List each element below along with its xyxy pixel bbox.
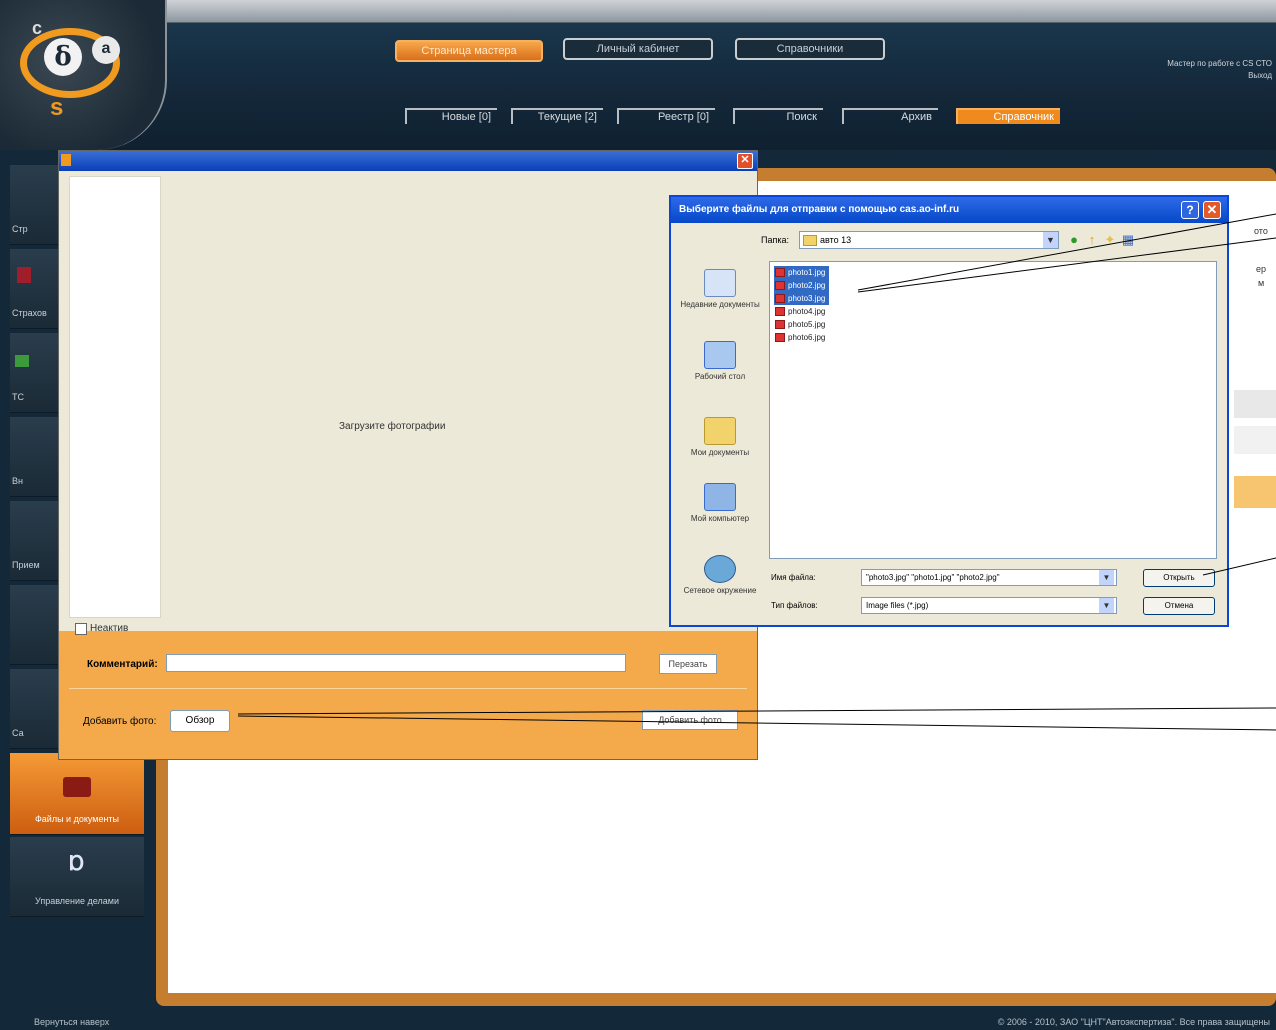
- callout-line: [857, 237, 1276, 293]
- callout-line: [237, 715, 1276, 731]
- callout-line: [857, 213, 1276, 291]
- callout-line: [237, 707, 1276, 715]
- callout-line: [1202, 557, 1276, 576]
- callout-lines: [237, 213, 1276, 731]
